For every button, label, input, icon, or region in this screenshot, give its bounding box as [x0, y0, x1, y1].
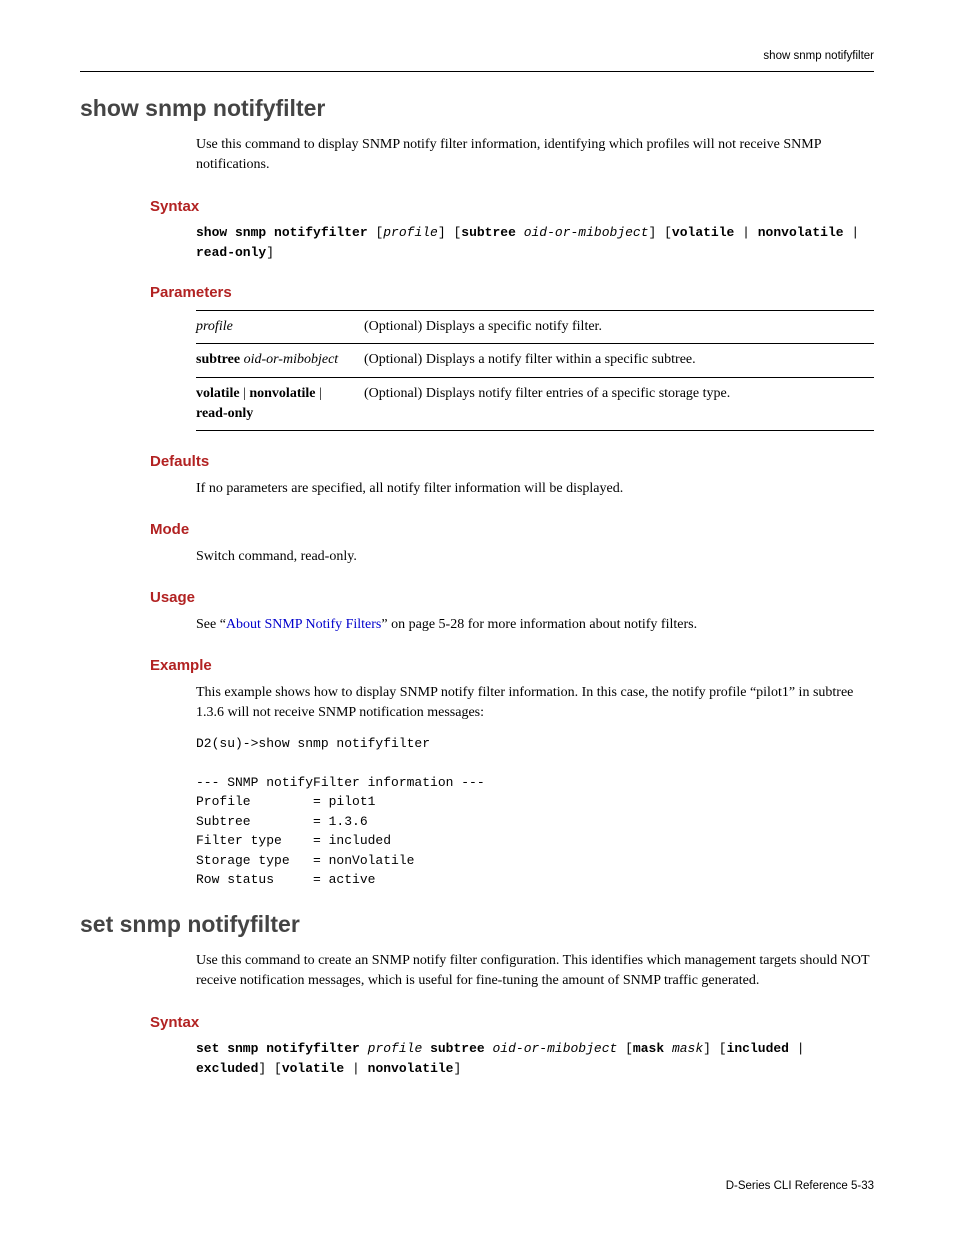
section-title: show snmp notifyfilter [80, 92, 874, 125]
mode-text: Switch command, read-only. [196, 547, 874, 567]
syntax-block: show snmp notifyfilter [profile] [subtre… [196, 223, 874, 262]
heading-example: Example [150, 655, 874, 677]
heading-parameters: Parameters [150, 282, 874, 304]
heading-syntax: Syntax [150, 196, 874, 218]
table-row: subtree oid-or-mibobject (Optional) Disp… [196, 344, 874, 377]
parameters-table: profile (Optional) Displays a specific n… [196, 310, 874, 431]
usage-prefix: See “ [196, 617, 226, 632]
section-title: set snmp notifyfilter [80, 908, 874, 941]
param-name: volatile | nonvolatile | read-only [196, 377, 364, 431]
param-desc: (Optional) Displays a notify filter with… [364, 344, 874, 377]
example-output: D2(su)->show snmp notifyfilter --- SNMP … [196, 734, 874, 890]
section-body: Use this command to display SNMP notify … [196, 135, 874, 890]
cross-reference-link[interactable]: About SNMP Notify Filters [226, 617, 381, 632]
param-desc: (Optional) Displays notify filter entrie… [364, 377, 874, 431]
param-desc: (Optional) Displays a specific notify fi… [364, 311, 874, 344]
heading-usage: Usage [150, 587, 874, 609]
section-body: Use this command to create an SNMP notif… [196, 951, 874, 1078]
heading-defaults: Defaults [150, 451, 874, 473]
documentation-page: show snmp notifyfilter show snmp notifyf… [0, 0, 954, 1235]
usage-suffix: ” on page 5-28 for more information abou… [381, 617, 697, 632]
defaults-text: If no parameters are specified, all noti… [196, 479, 874, 499]
example-text: This example shows how to display SNMP n… [196, 683, 874, 724]
heading-mode: Mode [150, 519, 874, 541]
param-name: subtree oid-or-mibobject [196, 344, 364, 377]
section-intro: Use this command to create an SNMP notif… [196, 951, 874, 992]
running-header: show snmp notifyfilter [80, 48, 874, 65]
header-rule [80, 71, 874, 72]
heading-syntax: Syntax [150, 1012, 874, 1034]
table-row: profile (Optional) Displays a specific n… [196, 311, 874, 344]
usage-text: See “About SNMP Notify Filters” on page … [196, 615, 874, 635]
table-row: volatile | nonvolatile | read-only (Opti… [196, 377, 874, 431]
section-intro: Use this command to display SNMP notify … [196, 135, 874, 176]
syntax-block: set snmp notifyfilter profile subtree oi… [196, 1039, 874, 1078]
param-name: profile [196, 311, 364, 344]
page-footer: D-Series CLI Reference 5-33 [726, 1178, 874, 1195]
